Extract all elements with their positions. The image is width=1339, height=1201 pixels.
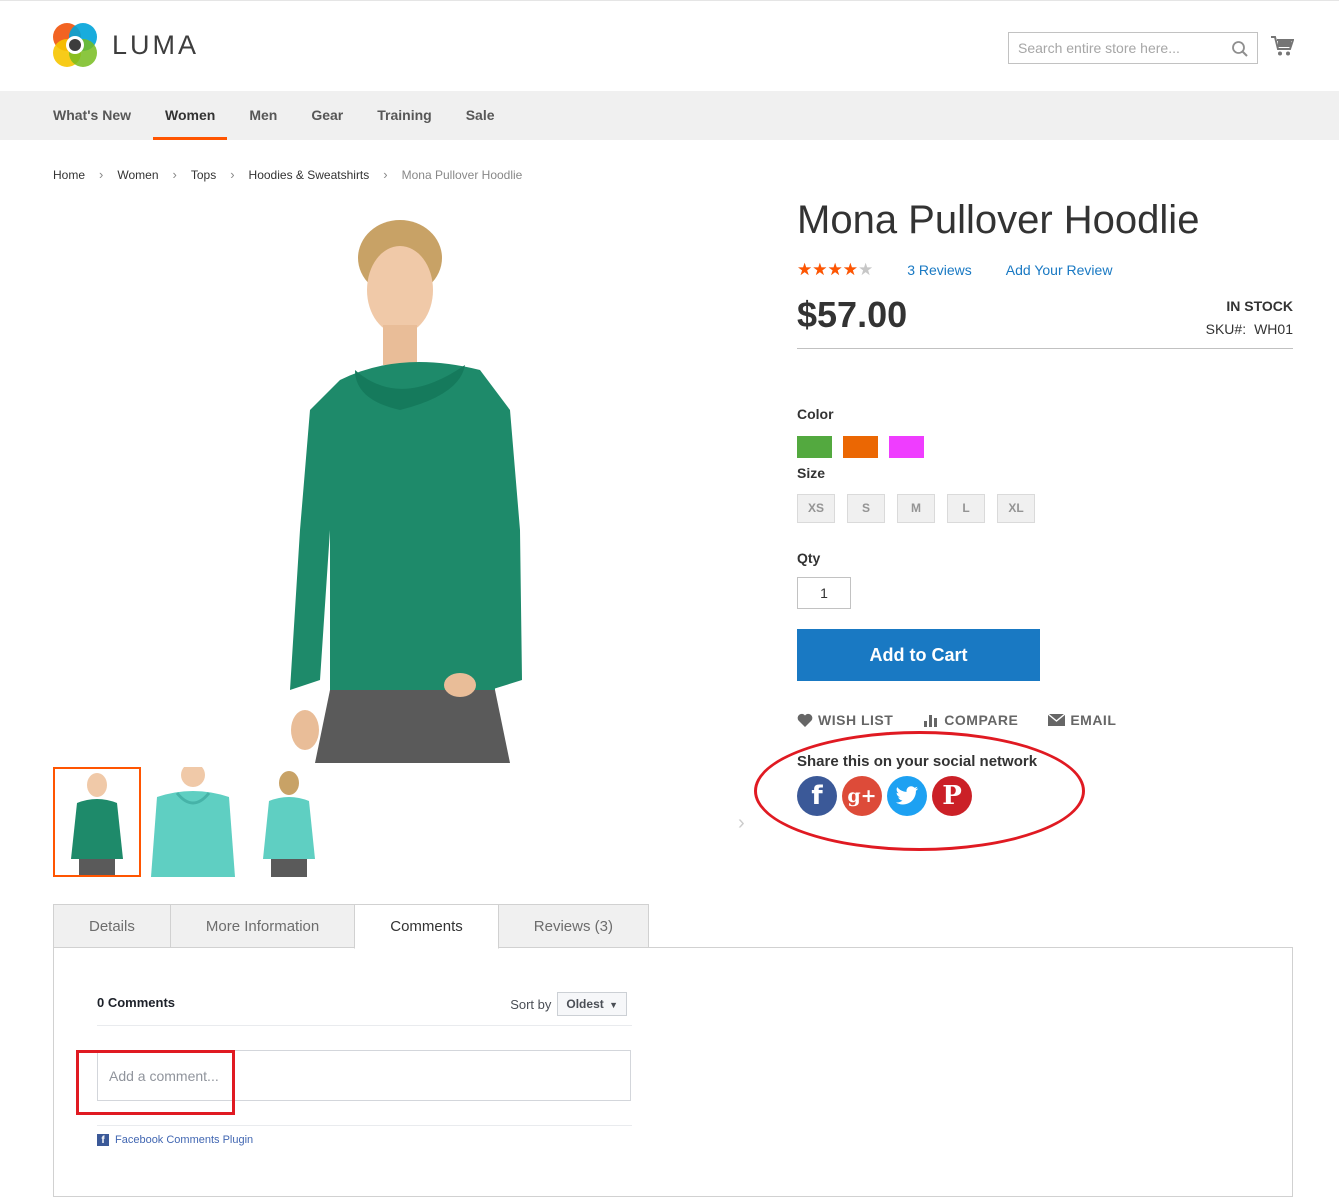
nav-item-men[interactable]: Men [237, 91, 289, 140]
main-navigation: What's New Women Men Gear Training Sale [0, 91, 1339, 140]
email-button[interactable]: EMAIL [1048, 712, 1116, 728]
annotation-highlight-rect [76, 1050, 235, 1115]
facebook-small-icon: f [97, 1134, 109, 1146]
shopping-cart-icon[interactable] [1270, 35, 1294, 57]
tab-reviews[interactable]: Reviews (3) [497, 904, 649, 948]
breadcrumb-separator-icon: › [99, 167, 104, 182]
qty-label: Qty [797, 550, 821, 566]
rating-stars-icon: ★★★★★ ★★★★★ [797, 260, 874, 279]
comments-sort: Sort by Oldest ▼ [510, 992, 627, 1016]
breadcrumb-women[interactable]: Women [117, 167, 158, 182]
store-logo[interactable]: LUMA [52, 22, 199, 68]
stock-status: IN STOCK [1226, 298, 1293, 314]
divider [797, 348, 1293, 349]
nav-item-gear[interactable]: Gear [299, 91, 355, 140]
product-rating: ★★★★★ ★★★★★ 3 Reviews Add Your Review [797, 260, 1112, 280]
thumbnail-image[interactable] [245, 767, 333, 877]
breadcrumb-tops[interactable]: Tops [191, 167, 216, 182]
sku-label: SKU#: [1205, 321, 1247, 337]
search-box [1008, 32, 1258, 64]
nav-item-training[interactable]: Training [365, 91, 443, 140]
wishlist-label: WISH LIST [818, 712, 894, 728]
caret-down-icon: ▼ [609, 1000, 618, 1010]
luma-logo-icon [53, 23, 97, 67]
add-review-link[interactable]: Add Your Review [1006, 262, 1113, 278]
size-swatches: XS S M L XL [797, 494, 1035, 523]
product-actions: WISH LIST COMPARE EMAIL [797, 712, 1146, 728]
size-option-xl[interactable]: XL [997, 494, 1035, 523]
facebook-plugin-link[interactable]: f Facebook Comments Plugin [97, 1134, 253, 1146]
breadcrumb-separator-icon: › [172, 167, 177, 182]
breadcrumb-current: Mona Pullover Hoodlie [401, 167, 523, 182]
nav-item-sale[interactable]: Sale [454, 91, 507, 140]
nav-item-women[interactable]: Women [153, 91, 228, 140]
gallery-thumbnails [53, 767, 333, 877]
search-input[interactable] [1009, 33, 1257, 63]
color-label: Color [797, 406, 834, 422]
sort-value: Oldest [566, 997, 604, 1011]
tab-more-information[interactable]: More Information [169, 904, 356, 948]
email-label: EMAIL [1070, 712, 1117, 728]
breadcrumb-home[interactable]: Home [53, 167, 85, 182]
breadcrumb-separator-icon: › [383, 167, 388, 182]
compare-icon [924, 715, 938, 727]
breadcrumb-hoodies[interactable]: Hoodies & Sweatshirts [249, 167, 370, 182]
color-swatch-green[interactable] [797, 436, 832, 458]
comments-count: 0 Comments [97, 995, 176, 1010]
gallery-next-icon[interactable]: › [738, 812, 745, 835]
color-swatch-orange[interactable] [843, 436, 878, 458]
page-header: LUMA [0, 0, 1339, 91]
qty-input[interactable]: 1 [797, 577, 851, 609]
thumbnail-image[interactable] [149, 767, 237, 877]
breadcrumb-separator-icon: › [230, 167, 235, 182]
color-swatches [797, 436, 924, 458]
tab-details[interactable]: Details [53, 904, 171, 948]
size-option-s[interactable]: S [847, 494, 885, 523]
compare-button[interactable]: COMPARE [923, 712, 1018, 728]
size-label: Size [797, 465, 826, 481]
product-tabs: Details More Information Comments Review… [53, 904, 649, 949]
size-option-l[interactable]: L [947, 494, 985, 523]
divider [97, 1125, 632, 1126]
nav-item-whats-new[interactable]: What's New [41, 91, 143, 140]
sort-select[interactable]: Oldest ▼ [557, 992, 627, 1016]
product-main-image[interactable] [260, 210, 580, 763]
brand-name: LUMA [112, 29, 200, 60]
annotation-highlight-ellipse [754, 731, 1085, 851]
search-icon[interactable] [1231, 40, 1249, 58]
reviews-link[interactable]: 3 Reviews [907, 262, 972, 278]
breadcrumb: Home › Women › Tops › Hoodies & Sweatshi… [53, 167, 522, 182]
envelope-icon [1048, 714, 1066, 726]
plugin-label: Facebook Comments Plugin [115, 1134, 254, 1146]
sku-value: WH01 [1254, 321, 1293, 337]
product-title: Mona Pullover Hoodlie [797, 198, 1200, 242]
add-to-cart-button[interactable]: Add to Cart [797, 629, 1040, 681]
heart-icon [797, 713, 813, 727]
size-option-m[interactable]: M [897, 494, 935, 523]
divider [97, 1025, 632, 1026]
sort-label: Sort by [510, 996, 552, 1012]
wishlist-button[interactable]: WISH LIST [797, 712, 893, 728]
compare-label: COMPARE [944, 712, 1019, 728]
product-sku: SKU#: WH01 [1206, 321, 1293, 337]
size-option-xs[interactable]: XS [797, 494, 835, 523]
tab-comments[interactable]: Comments [354, 904, 499, 949]
color-swatch-purple[interactable] [889, 436, 924, 458]
product-price: $57.00 [797, 294, 908, 335]
thumbnail-image[interactable] [53, 767, 141, 877]
